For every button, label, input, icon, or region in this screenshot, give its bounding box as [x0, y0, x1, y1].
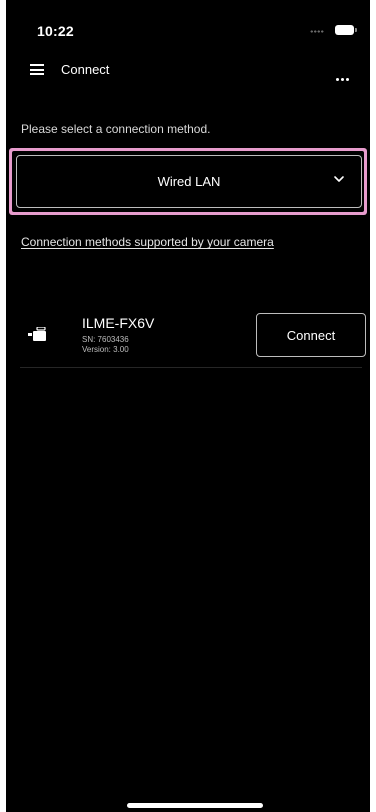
nav-bar: Connect — [6, 55, 370, 87]
home-indicator[interactable] — [127, 803, 263, 808]
device-serial: SN: 7603436 — [82, 335, 129, 344]
app-screen: 10:22 Connect Please select a connection… — [6, 0, 370, 812]
connect-button[interactable]: Connect — [256, 313, 366, 357]
hamburger-menu-icon[interactable] — [30, 64, 44, 75]
battery-icon — [335, 25, 357, 35]
signal-dots-icon — [310, 30, 324, 33]
device-list-item: ILME-FX6V SN: 7603436 Version: 3.00 Conn… — [20, 305, 366, 368]
device-version: Version: 3.00 — [82, 345, 129, 354]
camera-icon — [28, 327, 46, 341]
page-title: Connect — [61, 62, 110, 77]
more-horizontal-icon[interactable] — [336, 68, 352, 81]
status-bar: 10:22 — [6, 0, 370, 50]
device-name: ILME-FX6V — [82, 315, 155, 331]
supported-methods-link[interactable]: Connection methods supported by your cam… — [21, 235, 274, 249]
status-time: 10:22 — [37, 23, 74, 39]
connection-prompt: Please select a connection method. — [21, 122, 211, 136]
connection-method-select[interactable]: Wired LAN — [16, 155, 362, 208]
connection-method-value: Wired LAN — [157, 174, 221, 189]
chevron-down-icon — [334, 176, 344, 182]
